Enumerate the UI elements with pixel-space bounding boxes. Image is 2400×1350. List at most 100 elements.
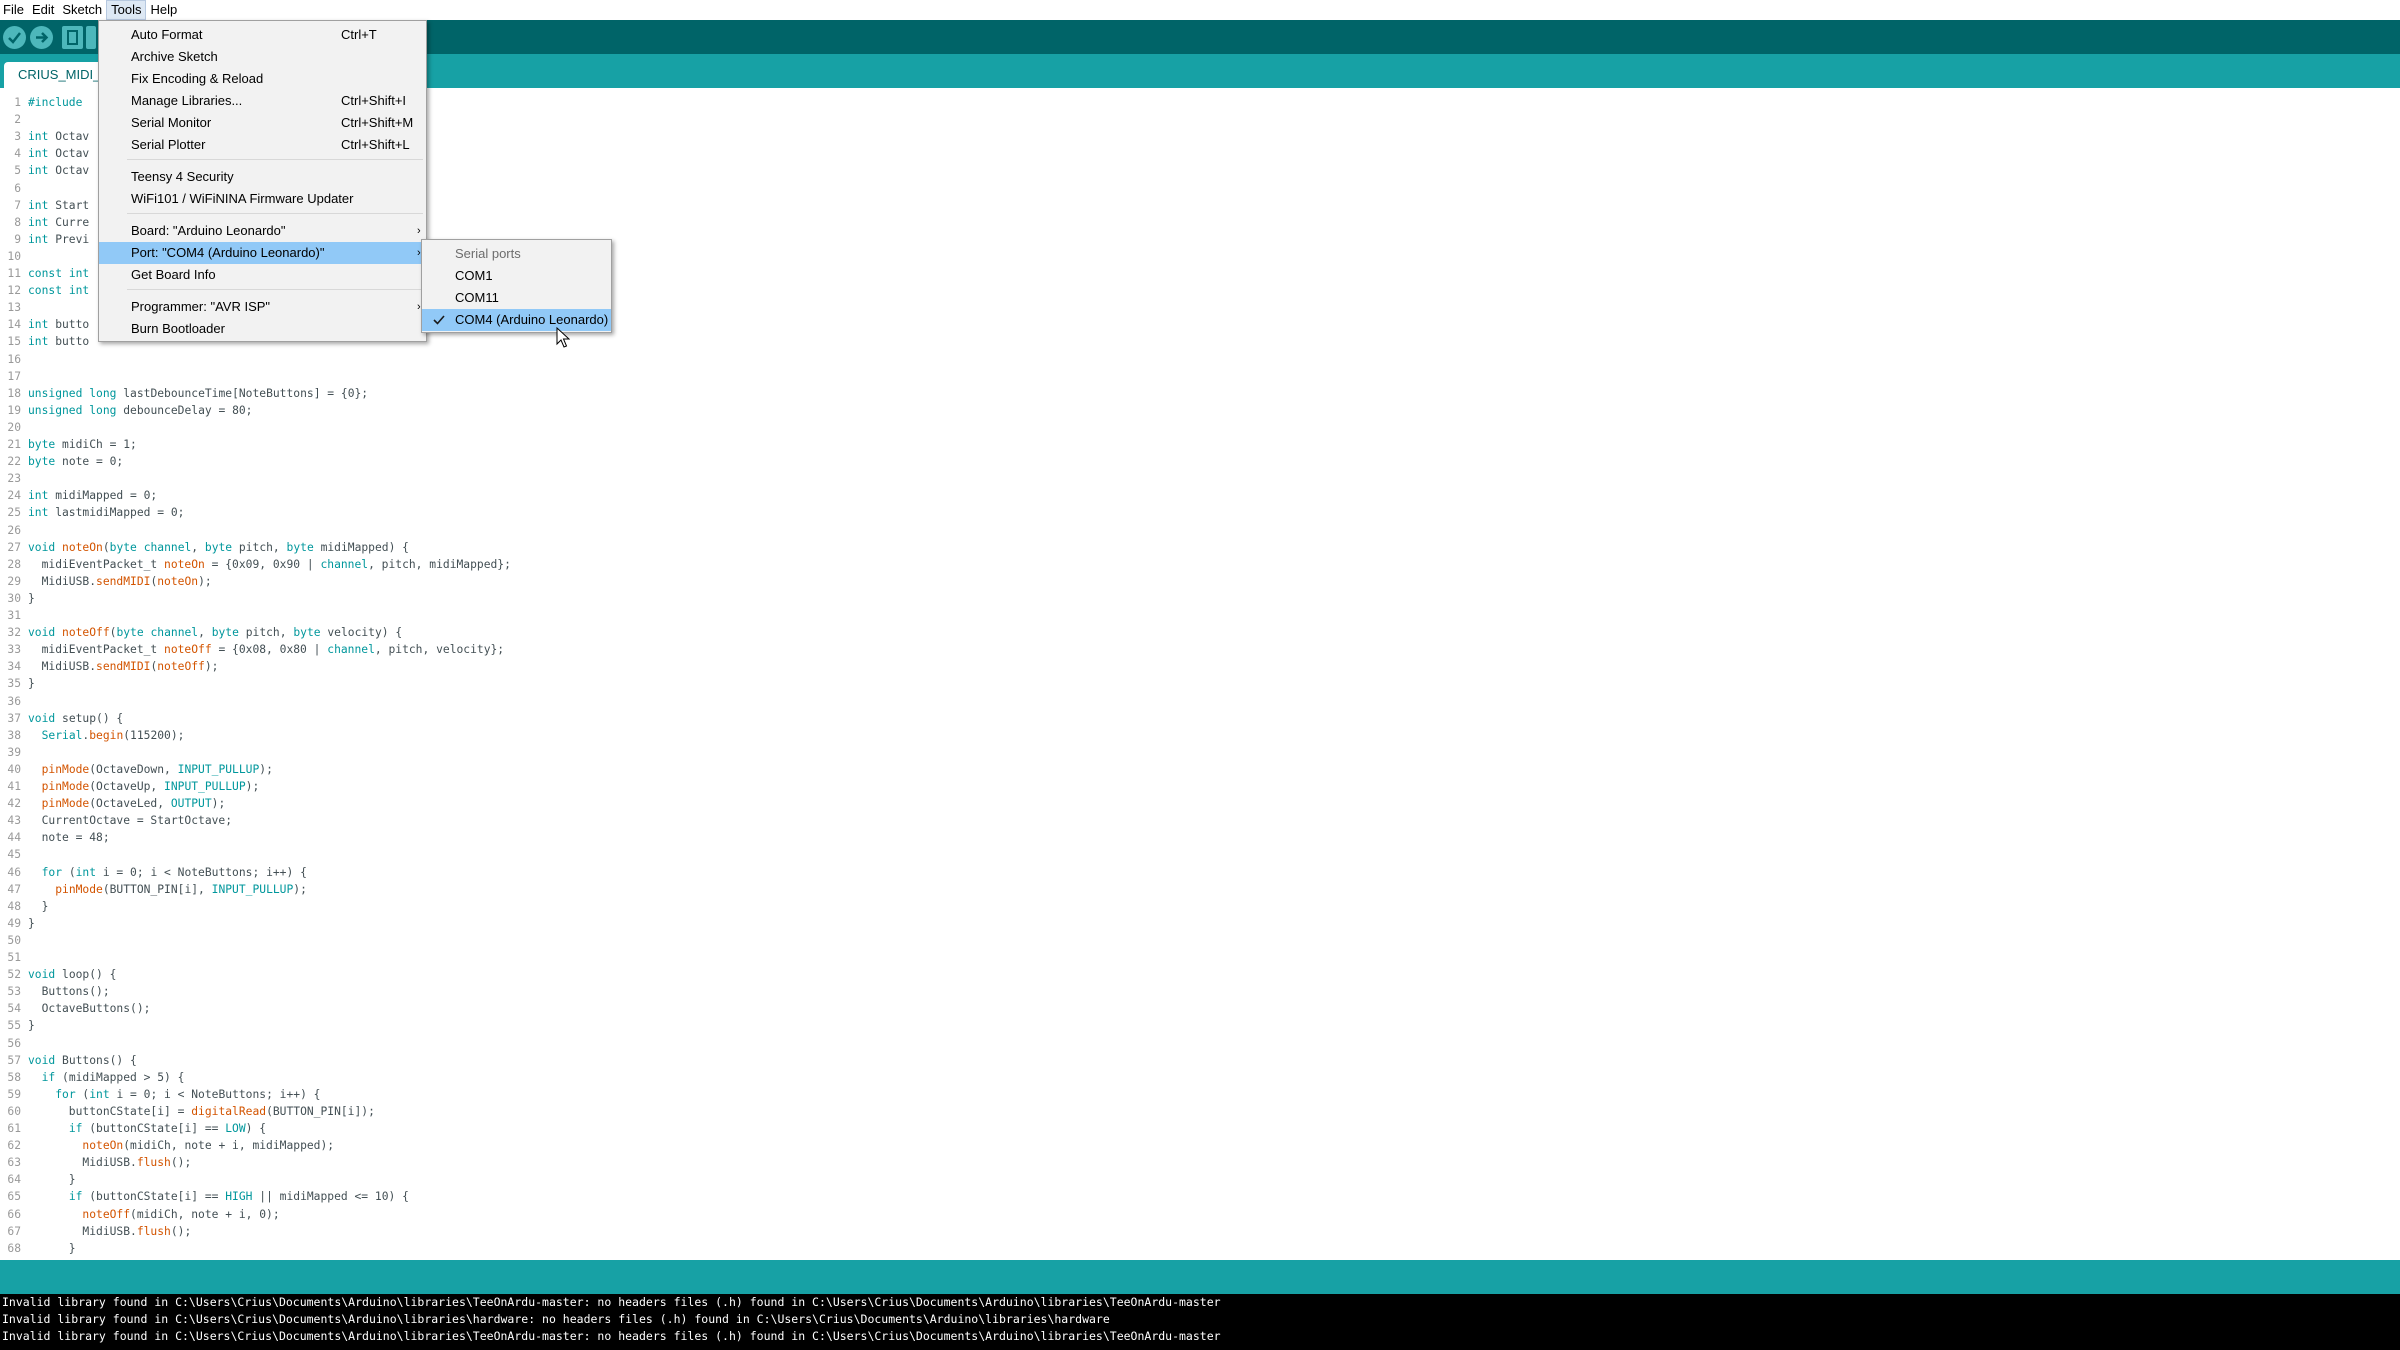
code-text: byte midiCh = 1; bbox=[28, 438, 137, 451]
line-number: 52 bbox=[7, 968, 21, 982]
menu-tools[interactable]: Tools bbox=[106, 0, 147, 20]
code-text: int Octav bbox=[28, 130, 90, 144]
line-number: 9 bbox=[14, 232, 21, 246]
menu-item-serial-plotter[interactable]: Serial Plotter Ctrl+Shift+L bbox=[99, 134, 426, 156]
menu-help[interactable]: Help bbox=[146, 0, 181, 20]
line-number: 45 bbox=[7, 848, 21, 862]
code-line: 19 unsigned long debounceDelay = 80; bbox=[0, 402, 2400, 419]
ports-submenu: Serial ports COM1 COM11 COM4 (Arduino Le… bbox=[421, 239, 612, 333]
menu-item-programmer[interactable]: Programmer: "AVR ISP" › bbox=[99, 296, 426, 318]
code-line: 32 void noteOff(byte channel, byte pitch,… bbox=[0, 624, 2400, 641]
code-text: int Previ bbox=[28, 232, 90, 246]
menu-item-port[interactable]: Port: "COM4 (Arduino Leonardo)" › bbox=[99, 242, 426, 264]
code-line: 62 noteOn(midiCh, note + i, midiMapped); bbox=[0, 1137, 2400, 1154]
upload-button[interactable] bbox=[30, 26, 53, 49]
code-line: 36 bbox=[0, 693, 2400, 710]
line-number: 55 bbox=[7, 1019, 21, 1033]
line-number: 6 bbox=[14, 181, 21, 195]
line-number: 36 bbox=[7, 694, 21, 708]
menu-item-auto-format[interactable]: Auto Format Ctrl+T bbox=[99, 24, 426, 46]
code-text: pinMode(OctaveUp, INPUT_PULLUP); bbox=[41, 780, 260, 793]
line-number: 51 bbox=[7, 951, 21, 964]
line-number: 44 bbox=[7, 831, 21, 845]
line-number: 48 bbox=[7, 899, 21, 913]
code-line: 68 } bbox=[0, 1240, 2400, 1257]
line-number: 38 bbox=[7, 728, 21, 742]
code-text: for (int i = 0; i < NoteButtons; i++) { bbox=[41, 865, 307, 879]
verify-icon bbox=[8, 32, 21, 44]
menu-sketch[interactable]: Sketch bbox=[58, 0, 106, 20]
code-line: 40 pinMode(OctaveDown, INPUT_PULLUP); bbox=[0, 761, 2400, 778]
console-output[interactable]: Invalid library found in C:\Users\Crius\… bbox=[0, 1294, 2400, 1350]
code-text: if (midiMapped > 5) { bbox=[41, 1070, 185, 1084]
code-line: 64 } bbox=[0, 1171, 2400, 1188]
line-number: 23 bbox=[7, 472, 21, 486]
line-number: 66 bbox=[7, 1207, 21, 1221]
menu-item-archive-sketch[interactable]: Archive Sketch bbox=[99, 46, 426, 68]
code-text: midiEventPacket_t noteOn = {0x09, 0x90 |… bbox=[28, 557, 511, 571]
line-number: 17 bbox=[7, 369, 21, 383]
code-text: Serial.begin(115200); bbox=[41, 728, 185, 742]
line-number: 50 bbox=[7, 933, 21, 947]
line-number: 5 bbox=[14, 164, 21, 178]
line-number: 22 bbox=[7, 455, 21, 469]
port-item-com4[interactable]: COM4 (Arduino Leonardo) bbox=[422, 309, 611, 331]
console-line: Invalid library found in C:\Users\Crius\… bbox=[2, 1329, 1221, 1343]
code-line: 54 OctaveButtons(); bbox=[0, 1000, 2400, 1017]
code-text: midiEventPacket_t noteOff = {0x08, 0x80 … bbox=[28, 643, 505, 657]
port-item-com11[interactable]: COM11 bbox=[422, 287, 611, 309]
line-number: 64 bbox=[7, 1173, 21, 1187]
menu-item-manage-libraries[interactable]: Manage Libraries... Ctrl+Shift+I bbox=[99, 90, 426, 112]
code-text: pinMode(OctaveDown, INPUT_PULLUP); bbox=[41, 762, 273, 776]
menu-item-board[interactable]: Board: "Arduino Leonardo" › bbox=[99, 220, 426, 242]
code-text: note = 48; bbox=[28, 831, 110, 845]
menu-item-serial-monitor[interactable]: Serial Monitor Ctrl+Shift+M bbox=[99, 112, 426, 134]
open-sketch-button[interactable] bbox=[86, 26, 96, 49]
code-text: int Octav bbox=[28, 147, 90, 161]
line-number: 42 bbox=[7, 797, 21, 811]
verify-button[interactable] bbox=[3, 26, 26, 49]
code-line: 22 byte note = 0; bbox=[0, 453, 2400, 470]
new-sketch-button[interactable] bbox=[62, 26, 83, 49]
code-line: 47 pinMode(BUTTON_PIN[i], INPUT_PULLUP); bbox=[0, 881, 2400, 898]
code-line: 26 bbox=[0, 522, 2400, 539]
line-number: 67 bbox=[7, 1224, 21, 1238]
menu-item-teensy-security[interactable]: Teensy 4 Security bbox=[99, 166, 426, 188]
menu-edit[interactable]: Edit bbox=[28, 0, 58, 20]
code-text: pinMode(BUTTON_PIN[i], INPUT_PULLUP); bbox=[55, 882, 307, 896]
code-line: 56 bbox=[0, 1035, 2400, 1052]
code-text: void Buttons() { bbox=[28, 1053, 137, 1067]
line-number: 28 bbox=[7, 557, 21, 571]
code-line: 39 bbox=[0, 744, 2400, 761]
code-line: 45 bbox=[0, 846, 2400, 863]
code-text: unsigned long debounceDelay = 80; bbox=[28, 403, 253, 417]
menu-item-fix-encoding[interactable]: Fix Encoding & Reload bbox=[99, 68, 426, 90]
upload-icon bbox=[36, 32, 49, 43]
code-text: int Curre bbox=[28, 215, 90, 229]
code-line: 49} bbox=[0, 915, 2400, 932]
line-number: 33 bbox=[7, 643, 21, 657]
menu-item-get-board-info[interactable]: Get Board Info bbox=[99, 264, 426, 286]
code-line: 67 MidiUSB.flush(); bbox=[0, 1223, 2400, 1240]
code-text: } bbox=[28, 1241, 76, 1255]
code-text: MidiUSB.flush(); bbox=[28, 1224, 192, 1238]
code-line: 28 midiEventPacket_t noteOn = {0x09, 0x9… bbox=[0, 556, 2400, 573]
menu-item-burn-bootloader[interactable]: Burn Bootloader bbox=[99, 318, 426, 340]
line-number: 18 bbox=[7, 386, 21, 400]
code-text: void loop() { bbox=[28, 968, 117, 982]
code-text: } bbox=[28, 1019, 35, 1033]
line-number: 34 bbox=[7, 660, 21, 674]
line-number: 41 bbox=[7, 780, 21, 793]
code-text: CurrentOctave = StartOctave; bbox=[28, 814, 233, 828]
line-number: 25 bbox=[7, 506, 21, 520]
port-item-com1[interactable]: COM1 bbox=[422, 265, 611, 287]
line-number: 54 bbox=[7, 1002, 21, 1016]
menu-item-firmware-updater[interactable]: WiFi101 / WiFiNINA Firmware Updater bbox=[99, 188, 426, 210]
line-number: 40 bbox=[7, 762, 21, 776]
line-number: 65 bbox=[7, 1190, 21, 1204]
code-text: MidiUSB.flush(); bbox=[28, 1156, 192, 1170]
line-number: 4 bbox=[14, 147, 21, 161]
menu-file[interactable]: File bbox=[0, 0, 28, 20]
submenu-header-serial-ports: Serial ports bbox=[455, 246, 521, 261]
code-text: unsigned long lastDebounceTime[NoteButto… bbox=[28, 386, 369, 400]
